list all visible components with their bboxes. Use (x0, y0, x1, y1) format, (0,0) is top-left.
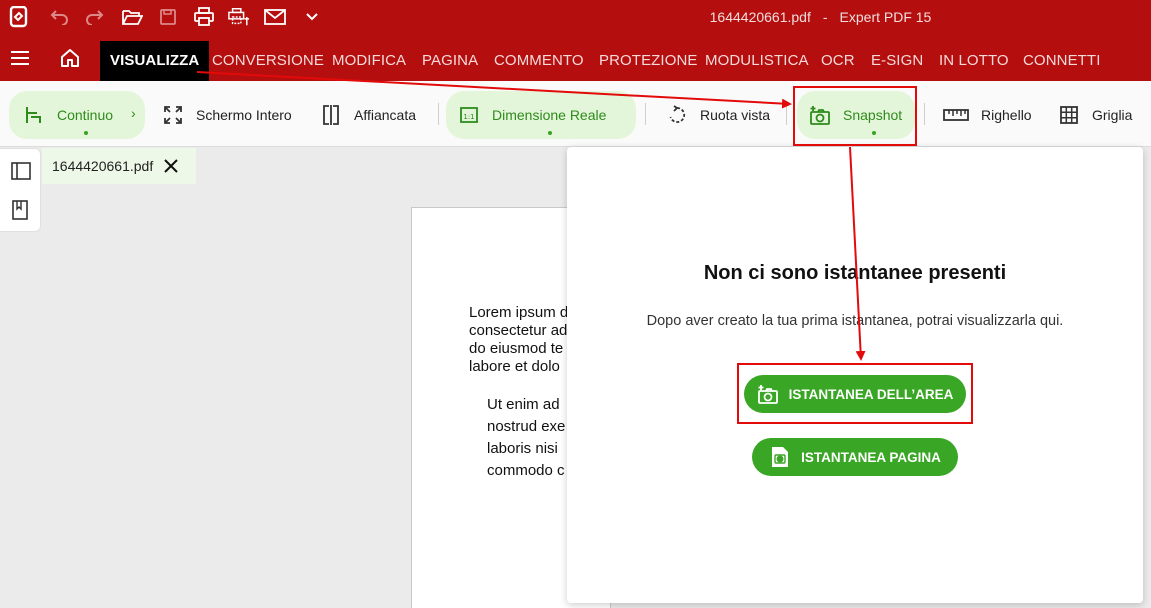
title-filename: 1644420661.pdf (709, 9, 811, 25)
page-snapshot-button[interactable]: ISTANTANEA PAGINA (752, 438, 958, 476)
side-by-side-icon (320, 104, 342, 126)
continuo-label: Continuo (57, 107, 114, 123)
snapshot-label: Snapshot (843, 107, 903, 123)
sidebar-panel-icon[interactable] (11, 162, 31, 182)
rotate-view-button[interactable]: Ruota vista (666, 91, 770, 139)
chevron-right-icon[interactable]: › (131, 105, 136, 121)
snapshot-button[interactable]: Snapshot (797, 91, 915, 139)
tab-pagina[interactable]: PAGINA (422, 34, 478, 81)
title-bar: 1644420661.pdf - Expert PDF 15 (0, 0, 1151, 34)
title-separator: - (822, 9, 828, 25)
document-tab[interactable]: 1644420661.pdf (42, 148, 196, 184)
window-title: 1644420661.pdf - Expert PDF 15 (0, 9, 1151, 25)
ribbon-separator (438, 103, 439, 125)
active-indicator-dot (548, 131, 552, 135)
empty-state-subtitle: Dopo aver creato la tua prima istantanea… (646, 313, 1064, 329)
rotate-view-label: Ruota vista (700, 107, 771, 123)
actual-size-button[interactable]: 1:1 Dimensione Reale (446, 91, 636, 139)
camera-add-icon (809, 104, 831, 126)
fullscreen-icon (162, 104, 184, 126)
continuous-scroll-icon (23, 104, 45, 126)
ruler-label: Righello (981, 107, 1032, 123)
fullscreen-button[interactable]: Schermo Intero (162, 91, 292, 139)
tab-conversione[interactable]: CONVERSIONE (212, 34, 324, 81)
tab-connetti[interactable]: CONNETTI (1023, 34, 1100, 81)
tab-ocr[interactable]: OCR (821, 34, 855, 81)
menu-bar: VISUALIZZA CONVERSIONE MODIFICA PAGINA C… (0, 34, 1151, 81)
continuo-button[interactable]: Continuo › (9, 91, 145, 139)
ruler-icon (943, 104, 969, 126)
svg-text:1:1: 1:1 (463, 113, 474, 121)
active-indicator-dot (872, 131, 876, 135)
home-icon[interactable] (58, 46, 82, 70)
grid-icon (1058, 104, 1080, 126)
close-icon[interactable] (162, 157, 180, 175)
tab-protezione[interactable]: PROTEZIONE (599, 34, 698, 81)
snapshot-panel: Non ci sono istantanee presenti Dopo ave… (567, 147, 1143, 603)
tab-in-lotto[interactable]: IN LOTTO (939, 34, 1009, 81)
left-side-rail (0, 148, 41, 232)
tab-visualizza[interactable]: VISUALIZZA (100, 41, 210, 81)
bookmark-panel-icon[interactable] (11, 200, 31, 220)
page-camera-icon (769, 446, 791, 468)
fullscreen-label: Schermo Intero (196, 107, 292, 123)
actual-size-label: Dimensione Reale (492, 107, 607, 123)
title-app-name: Expert PDF 15 (839, 9, 932, 25)
side-by-side-button[interactable]: Affiancata (320, 91, 416, 139)
tab-commento[interactable]: COMMENTO (494, 34, 584, 81)
area-snapshot-button[interactable]: ISTANTANEA DELL’AREA (744, 375, 966, 413)
side-by-side-label: Affiancata (354, 107, 417, 123)
actual-size-icon: 1:1 (458, 104, 480, 126)
camera-add-icon (757, 383, 779, 405)
ribbon-separator (786, 103, 787, 125)
document-tab-name: 1644420661.pdf (52, 158, 154, 174)
tab-e-sign[interactable]: E-SIGN (871, 34, 923, 81)
active-indicator-dot (84, 131, 88, 135)
rotate-icon (666, 104, 688, 126)
grid-button[interactable]: Griglia (1058, 91, 1132, 139)
page-snapshot-label: ISTANTANEA PAGINA (801, 449, 941, 465)
tab-modulistica[interactable]: MODULISTICA (705, 34, 809, 81)
tab-modifica[interactable]: MODIFICA (332, 34, 406, 81)
ribbon-separator (645, 103, 646, 125)
area-snapshot-label: ISTANTANEA DELL’AREA (788, 386, 954, 402)
ribbon-separator (924, 103, 925, 125)
ruler-button[interactable]: Righello (943, 91, 1032, 139)
grid-label: Griglia (1092, 107, 1133, 123)
empty-state-title: Non ci sono istantanee presenti (703, 262, 1007, 284)
hamburger-menu-icon[interactable] (10, 49, 30, 67)
ribbon-toolbar: Continuo › Schermo Intero Affiancata 1:1… (0, 81, 1151, 147)
